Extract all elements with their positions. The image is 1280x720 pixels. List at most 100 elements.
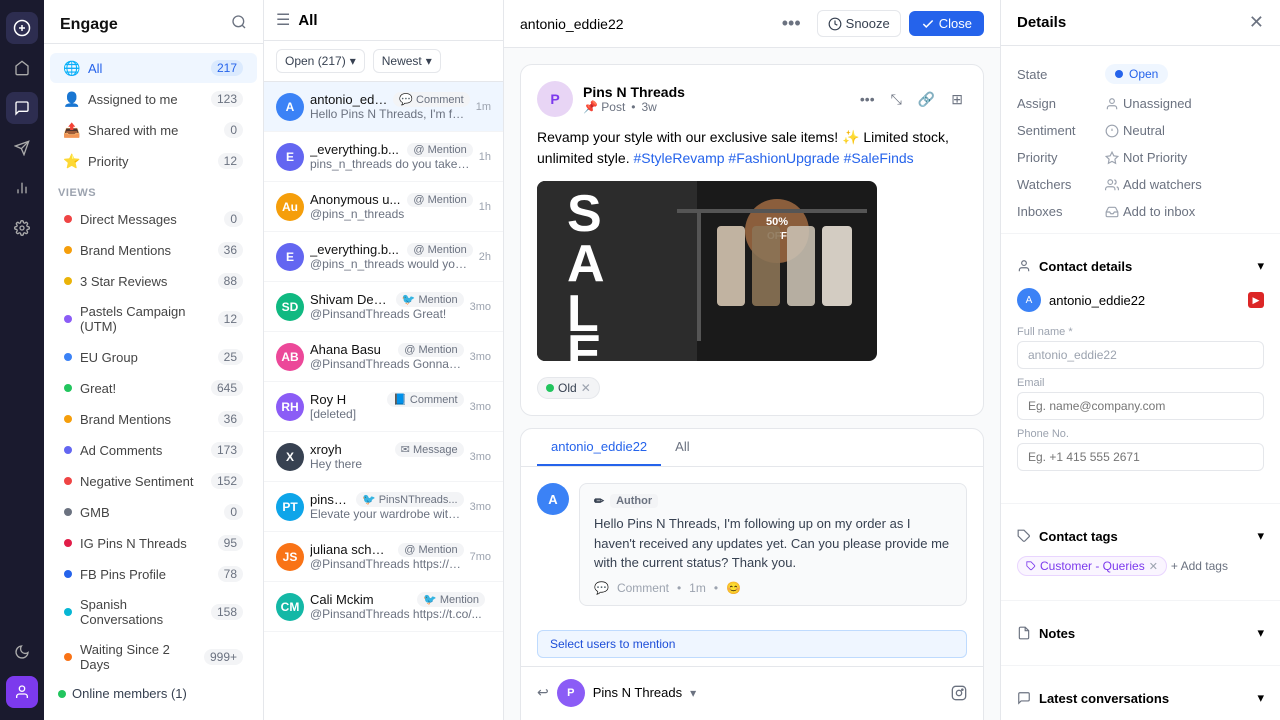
state-label: State [1017, 67, 1097, 82]
conversation-item[interactable]: E _everything.b... @ Mention pins_n_thre… [264, 132, 503, 182]
filter-sort-button[interactable]: Newest ▾ [373, 49, 441, 73]
sentiment-value[interactable]: Neutral [1105, 123, 1165, 138]
reply-text-input[interactable] [537, 715, 967, 720]
post-action-share[interactable]: ⊞ [947, 89, 967, 110]
contact-icon [1017, 259, 1031, 273]
state-row: State Open [1001, 58, 1280, 90]
user-avatar-icon[interactable] [6, 676, 38, 708]
nav-item-direct-messages[interactable]: Direct Messages 0 [50, 204, 257, 234]
priority-value[interactable]: Not Priority [1105, 150, 1187, 165]
svg-text:E: E [567, 325, 602, 361]
latest-conversations-header[interactable]: Latest conversations ▾ [1001, 682, 1280, 714]
author-badge: Author [610, 494, 658, 508]
nav-item-priority[interactable]: ⭐ Priority 12 [50, 146, 257, 176]
post-action-expand[interactable]: ⤡ [887, 89, 906, 110]
conversation-item[interactable]: RH Roy H 📘 Comment [deleted] 3mo [264, 382, 503, 432]
notes-header[interactable]: Notes ▾ [1001, 617, 1280, 649]
avatar: SD [276, 293, 304, 321]
nav-count-waiting: 999+ [204, 649, 243, 665]
tag-remove-button[interactable]: ✕ [1149, 560, 1158, 573]
shared-icon: 📤 [64, 122, 80, 138]
post-action-link[interactable]: 🔗 [914, 89, 939, 110]
nav-item-gmb[interactable]: GMB 0 [50, 497, 257, 527]
conversation-item[interactable]: JS juliana schme... @ Mention @PinsandTh… [264, 532, 503, 582]
section-divider [1001, 233, 1280, 234]
tab-all[interactable]: All [661, 429, 703, 466]
conversation-item[interactable]: AB Ahana Basu @ Mention @PinsandThreads … [264, 332, 503, 382]
search-button[interactable] [231, 14, 247, 35]
nav-label-shared: Shared with me [88, 123, 216, 138]
tag-text: Customer - Queries [1040, 559, 1145, 573]
post-meta: Pins N Threads 📌 Post • 3w [583, 84, 846, 114]
contact-tags-header[interactable]: Contact tags ▾ [1001, 520, 1280, 552]
contact-details-header[interactable]: Contact details ▾ [1001, 250, 1280, 282]
nav-item-ig-pins[interactable]: IG Pins N Threads 95 [50, 528, 257, 558]
nav-label-direct-messages: Direct Messages [80, 212, 216, 227]
nav-item-brand-mentions[interactable]: Brand Mentions 36 [50, 235, 257, 265]
nav-count-priority: 12 [218, 153, 243, 169]
nav-item-3star[interactable]: 3 Star Reviews 88 [50, 266, 257, 296]
conversation-item[interactable]: X xroyh ✉ Message Hey there 3mo [264, 432, 503, 482]
comment-emoji-button[interactable]: 😊 [726, 581, 741, 595]
conv-time: 3mo [470, 301, 491, 313]
engage-icon[interactable] [6, 92, 38, 124]
watchers-label: Watchers [1017, 177, 1097, 192]
pastels-dot [64, 315, 72, 323]
latest-conv-item[interactable]: A antonio_ed... Comment ✓ Nice Collectio… [1001, 714, 1280, 720]
snooze-button[interactable]: Snooze [817, 10, 901, 37]
instagram-icon [951, 685, 967, 701]
comment-footer: 💬 Comment • 1m • 😊 [594, 581, 952, 595]
full-name-input[interactable] [1017, 341, 1264, 369]
nav-item-great[interactable]: Great! 645 [50, 373, 257, 403]
nav-item-assigned[interactable]: 👤 Assigned to me 123 [50, 84, 257, 114]
email-input[interactable] [1017, 392, 1264, 420]
nav-item-pastels[interactable]: Pastels Campaign (UTM) 12 [50, 297, 257, 341]
conv-time: 1h [479, 201, 491, 213]
nav-item-fb-pins[interactable]: FB Pins Profile 78 [50, 559, 257, 589]
home-icon[interactable] [6, 52, 38, 84]
conv-filters: Open (217) ▾ Newest ▾ [264, 41, 503, 82]
send-icon[interactable] [6, 132, 38, 164]
tag-customer-queries: Customer - Queries ✕ [1017, 556, 1167, 576]
reply-dropdown-icon[interactable]: ▾ [690, 686, 696, 700]
tab-user[interactable]: antonio_eddie22 [537, 429, 661, 466]
conversation-item[interactable]: A antonio_eddi... 💬 Comment Hello Pins N… [264, 82, 503, 132]
nav-count-3star: 88 [218, 273, 243, 289]
hamburger-icon[interactable]: ☰ [276, 10, 290, 30]
gmb-dot [64, 508, 72, 516]
nav-item-brand-mentions-2[interactable]: Brand Mentions 36 [50, 404, 257, 434]
close-panel-button[interactable]: ✕ [1249, 12, 1264, 33]
watchers-value[interactable]: Add watchers [1105, 177, 1202, 192]
filter-open-button[interactable]: Open (217) ▾ [276, 49, 365, 73]
phone-input[interactable] [1017, 443, 1264, 471]
moon-icon[interactable] [6, 636, 38, 668]
filter-open-label: Open (217) [285, 54, 346, 68]
conversation-item[interactable]: SD Shivam Devgan 🐦 Mention @PinsandThrea… [264, 282, 503, 332]
conv-name: pinsand thr... [310, 492, 352, 507]
nav-item-waiting[interactable]: Waiting Since 2 Days 999+ [50, 635, 257, 679]
nav-item-negative-sentiment[interactable]: Negative Sentiment 152 [50, 466, 257, 496]
nav-item-shared[interactable]: 📤 Shared with me 0 [50, 115, 257, 145]
chart-icon[interactable] [6, 172, 38, 204]
post-action-more[interactable]: ••• [856, 89, 879, 110]
add-tag-button[interactable]: + Add tags [1171, 559, 1228, 573]
close-conversation-button[interactable]: Close [909, 11, 984, 36]
assign-value[interactable]: Unassigned [1105, 96, 1192, 111]
conversation-item[interactable]: E _everything.b... @ Mention @pins_n_thr… [264, 232, 503, 282]
details-title: Details [1017, 14, 1066, 31]
nav-item-spanish[interactable]: Spanish Conversations 158 [50, 590, 257, 634]
conversation-item[interactable]: Au Anonymous u... @ Mention @pins_n_thre… [264, 182, 503, 232]
nav-item-eu-group[interactable]: EU Group 25 [50, 342, 257, 372]
conversation-item[interactable]: CM Cali Mckim 🐦 Mention @PinsandThreads … [264, 582, 503, 632]
conv-time: 3mo [470, 401, 491, 413]
conv-name: Ahana Basu [310, 342, 394, 357]
tag-remove-button[interactable]: ✕ [581, 381, 591, 395]
inboxes-value[interactable]: Add to inbox [1105, 204, 1195, 219]
app-logo-icon[interactable] [6, 12, 38, 44]
nav-item-all[interactable]: 🌐 All 217 [50, 53, 257, 83]
online-members-item[interactable]: Online members (1) [44, 680, 263, 707]
settings-icon[interactable] [6, 212, 38, 244]
nav-item-ad-comments[interactable]: Ad Comments 173 [50, 435, 257, 465]
more-options-button[interactable]: ••• [774, 9, 809, 38]
conversation-item[interactable]: PT pinsand thr... 🐦 PinsNThreads... Elev… [264, 482, 503, 532]
